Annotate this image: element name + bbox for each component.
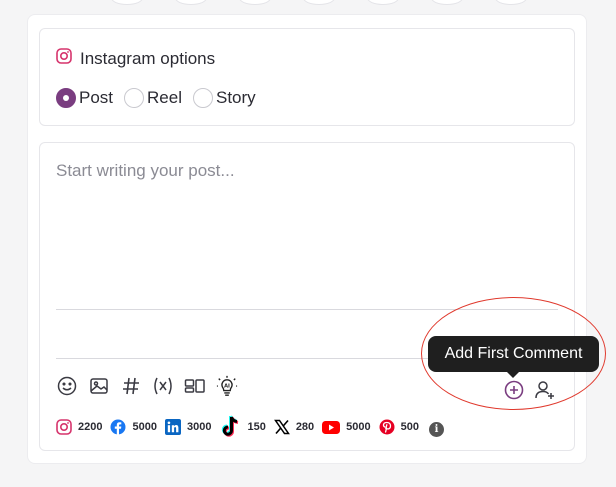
image-icon[interactable] bbox=[88, 375, 110, 397]
step-dot bbox=[304, 0, 334, 4]
radio-story-indicator[interactable] bbox=[193, 88, 213, 108]
instagram-options-title: Instagram options bbox=[80, 48, 216, 68]
add-user-icon[interactable] bbox=[534, 379, 556, 401]
editor-right-tools bbox=[504, 379, 556, 401]
youtube-icon bbox=[322, 420, 341, 434]
limit-pinterest: 500 bbox=[379, 419, 419, 435]
radio-post-label: Post bbox=[79, 88, 114, 107]
limit-tiktok: 150 bbox=[219, 415, 266, 439]
svg-text:AI: AI bbox=[224, 383, 230, 389]
post-type-radio-group: Post Reel Story bbox=[56, 88, 267, 108]
step-dot bbox=[432, 0, 462, 4]
instagram-options-card: Instagram options Post Reel Story bbox=[39, 28, 575, 126]
limit-x: 280 bbox=[273, 419, 315, 435]
ai-assist-icon[interactable]: AI bbox=[216, 375, 238, 397]
limit-pinterest-value: 500 bbox=[400, 421, 420, 433]
info-icon[interactable]: i bbox=[429, 421, 445, 437]
limit-instagram-value: 2200 bbox=[78, 421, 103, 433]
limit-linkedin-value: 3000 bbox=[186, 421, 212, 433]
limit-tiktok-value: 150 bbox=[247, 421, 266, 433]
step-indicators bbox=[0, 0, 616, 4]
step-dot bbox=[496, 0, 526, 4]
x-logo-icon bbox=[273, 419, 290, 435]
limit-facebook-value: 5000 bbox=[132, 421, 157, 433]
editor-toolbar: AI bbox=[56, 375, 248, 397]
editor-divider bbox=[56, 309, 558, 310]
step-dot bbox=[368, 0, 398, 4]
emoji-icon[interactable] bbox=[56, 375, 78, 397]
instagram-icon bbox=[56, 48, 72, 69]
limit-youtube-value: 5000 bbox=[346, 421, 371, 433]
facebook-icon bbox=[110, 419, 126, 435]
template-icon[interactable] bbox=[184, 375, 206, 397]
linkedin-icon bbox=[164, 419, 181, 435]
radio-post[interactable]: Post bbox=[56, 88, 113, 108]
character-limits: 2200 5000 3000 150 280 5000 500 i bbox=[56, 415, 445, 439]
add-first-comment-tooltip: Add First Comment bbox=[428, 336, 599, 378]
limit-facebook: 5000 bbox=[110, 419, 157, 435]
radio-reel-label: Reel bbox=[147, 88, 182, 107]
limit-instagram: 2200 bbox=[56, 419, 102, 435]
instagram-options-header: Instagram options bbox=[56, 48, 215, 69]
step-dot bbox=[176, 0, 206, 4]
add-first-comment-icon[interactable] bbox=[504, 380, 524, 400]
instagram-icon bbox=[56, 419, 72, 435]
pinterest-icon bbox=[379, 419, 395, 435]
limit-x-value: 280 bbox=[295, 421, 315, 433]
variable-icon[interactable] bbox=[152, 375, 174, 397]
radio-story[interactable]: Story bbox=[193, 88, 256, 108]
radio-post-indicator[interactable] bbox=[56, 88, 76, 108]
radio-reel[interactable]: Reel bbox=[124, 88, 182, 108]
hashtag-icon[interactable] bbox=[120, 375, 142, 397]
limit-linkedin: 3000 bbox=[164, 419, 212, 435]
limit-youtube: 5000 bbox=[322, 420, 371, 434]
step-dot bbox=[112, 0, 142, 4]
radio-story-label: Story bbox=[216, 88, 256, 107]
radio-reel-indicator[interactable] bbox=[124, 88, 145, 108]
step-dot bbox=[240, 0, 270, 4]
tiktok-icon bbox=[219, 415, 241, 439]
post-editor-card: AI 22 bbox=[39, 142, 575, 451]
post-text-input[interactable] bbox=[56, 161, 556, 301]
